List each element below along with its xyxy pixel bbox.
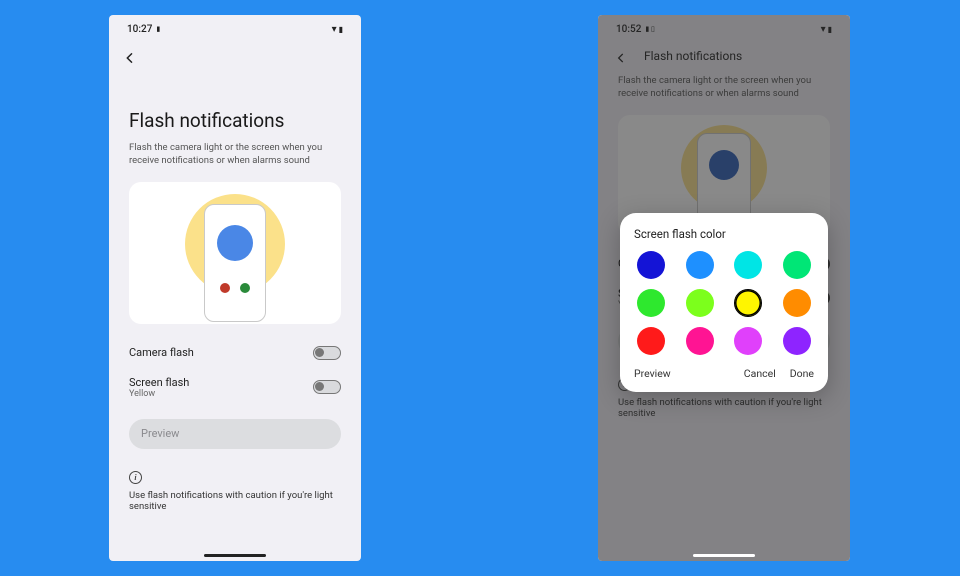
phone-left: 10:27 ▮ ▾ ▮ Flash notifications Flash th… xyxy=(109,15,361,561)
caution-text: Use flash notifications with caution if … xyxy=(109,486,361,512)
illustration-phone xyxy=(204,204,266,322)
dialog-preview-button[interactable]: Preview xyxy=(634,367,671,380)
screen-flash-row: Screen flash Yellow xyxy=(109,368,361,407)
illustration xyxy=(129,182,341,324)
color-swatch[interactable] xyxy=(783,289,811,317)
caution-text: Use flash notifications with caution if … xyxy=(598,393,850,419)
color-swatch[interactable] xyxy=(734,327,762,355)
status-time: 10:27 xyxy=(127,24,152,35)
back-button[interactable] xyxy=(608,45,634,71)
color-swatch[interactable] xyxy=(637,327,665,355)
dialog-done-button[interactable]: Done xyxy=(790,367,814,380)
status-time: 10:52 xyxy=(616,24,641,35)
color-swatch[interactable] xyxy=(686,289,714,317)
color-swatch[interactable] xyxy=(637,289,665,317)
status-icon: ▮ ▯ xyxy=(645,25,654,33)
dialog-cancel-button[interactable]: Cancel xyxy=(744,367,776,380)
screen-flash-toggle[interactable] xyxy=(313,380,341,394)
page-title: Flash notifications xyxy=(109,75,361,142)
color-swatch[interactable] xyxy=(686,327,714,355)
battery-icon: ▮ xyxy=(828,25,832,34)
dialog-title: Screen flash color xyxy=(634,227,814,241)
color-picker-dialog: Screen flash color Preview Cancel Done xyxy=(620,213,828,392)
back-button[interactable] xyxy=(117,45,143,71)
preview-button[interactable]: Preview xyxy=(129,419,341,449)
status-bar: 10:52 ▮ ▯ ▾ ▮ xyxy=(598,15,850,43)
wifi-icon: ▾ xyxy=(821,24,826,35)
page-subtitle: Flash the camera light or the screen whe… xyxy=(598,75,850,111)
color-swatch[interactable] xyxy=(734,289,762,317)
home-indicator xyxy=(204,554,266,557)
screen-flash-sublabel: Yellow xyxy=(129,389,189,399)
camera-flash-toggle[interactable] xyxy=(313,346,341,360)
wifi-icon: ▾ xyxy=(332,24,337,35)
page-subtitle: Flash the camera light or the screen whe… xyxy=(109,142,361,178)
camera-flash-row: Camera flash xyxy=(109,338,361,368)
battery-icon: ▮ xyxy=(339,25,343,34)
color-swatch[interactable] xyxy=(783,251,811,279)
color-swatch[interactable] xyxy=(637,251,665,279)
camera-flash-label: Camera flash xyxy=(129,346,194,359)
info-icon: i xyxy=(129,471,142,484)
home-indicator xyxy=(693,554,755,557)
status-bar: 10:27 ▮ ▾ ▮ xyxy=(109,15,361,43)
color-swatch[interactable] xyxy=(734,251,762,279)
color-swatches xyxy=(634,251,814,355)
status-icon: ▮ xyxy=(156,25,160,33)
phone-right: 10:52 ▮ ▯ ▾ ▮ Flash notifications Flash … xyxy=(598,15,850,561)
color-swatch[interactable] xyxy=(686,251,714,279)
preview-label: Preview xyxy=(141,427,179,440)
screen-flash-label: Screen flash xyxy=(129,376,189,389)
page-title: Flash notifications xyxy=(644,49,742,67)
color-swatch[interactable] xyxy=(783,327,811,355)
